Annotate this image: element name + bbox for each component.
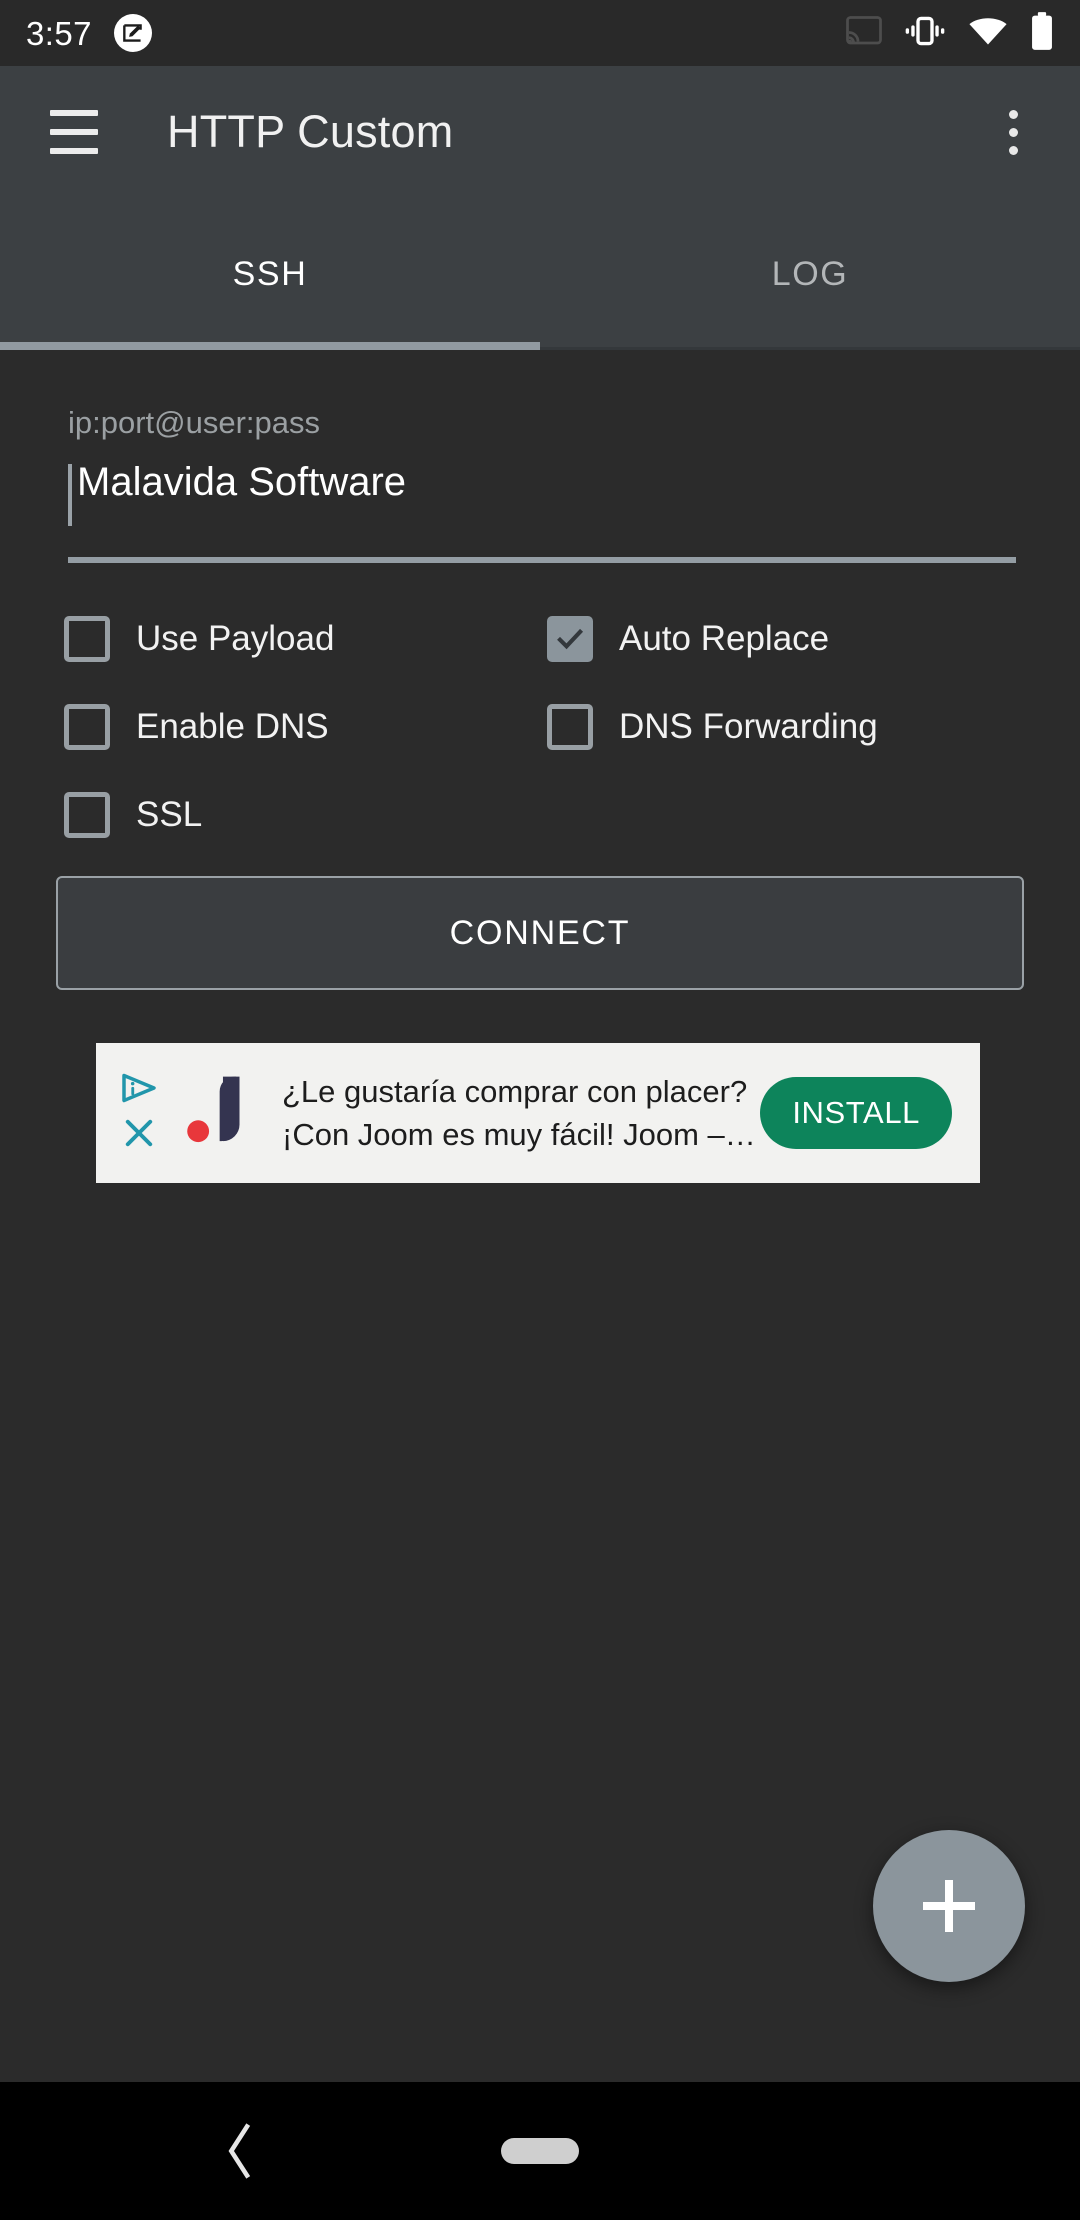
- checkbox-box-icon: [64, 616, 110, 662]
- phone-screen: 3:57 HTTP Custom SSH LOG ip:port@user:pa…: [0, 0, 1080, 2220]
- overflow-menu-icon[interactable]: [968, 87, 1058, 177]
- add-fab-button[interactable]: [873, 1830, 1025, 1982]
- checkbox-use-payload[interactable]: Use Payload: [0, 616, 505, 662]
- overflow-dot: [1008, 109, 1018, 119]
- overflow-dot: [1008, 127, 1018, 137]
- checkbox-label: Use Payload: [136, 619, 335, 658]
- back-chevron-icon[interactable]: [200, 2111, 280, 2191]
- checkbox-label: Auto Replace: [619, 619, 830, 658]
- close-icon[interactable]: [122, 1116, 156, 1155]
- vibrate-icon: [904, 15, 946, 52]
- checkbox-box-icon: [64, 792, 110, 838]
- options-row: SSL: [0, 771, 1080, 859]
- connect-button[interactable]: CONNECT: [56, 876, 1024, 990]
- adchoices-icon[interactable]: [119, 1071, 159, 1110]
- tab-bar: SSH LOG: [0, 198, 1080, 350]
- checkbox-label: SSL: [136, 795, 203, 834]
- checkbox-label: DNS Forwarding: [619, 707, 878, 746]
- wifi-icon: [968, 16, 1008, 51]
- checkbox-dns-forwarding[interactable]: DNS Forwarding: [505, 704, 1010, 750]
- tab-ssh[interactable]: SSH: [0, 198, 540, 350]
- status-bar-right: [846, 11, 1054, 55]
- home-pill-icon[interactable]: [501, 2138, 579, 2164]
- ad-headline: ¿Le gustaría comprar con placer?: [282, 1074, 748, 1109]
- server-input[interactable]: Malavida Software: [68, 460, 1016, 550]
- page-title: HTTP Custom: [167, 106, 454, 157]
- tab-log[interactable]: LOG: [540, 198, 1080, 350]
- server-input-value: Malavida Software: [77, 460, 407, 504]
- battery-icon: [1030, 11, 1054, 55]
- ad-text: ¿Le gustaría comprar con placer? ¡Con Jo…: [266, 1070, 760, 1156]
- checkbox-label: Enable DNS: [136, 707, 329, 746]
- ad-install-button[interactable]: INSTALL: [760, 1077, 952, 1149]
- ad-controls: [108, 1043, 170, 1183]
- checkbox-box-icon: [547, 704, 593, 750]
- options-grid: Use Payload Auto Replace Enable DNS DNS …: [0, 595, 1080, 859]
- hamburger-bar: [50, 148, 98, 154]
- status-bar: 3:57: [0, 0, 1080, 66]
- options-row: Enable DNS DNS Forwarding: [0, 683, 1080, 771]
- hamburger-menu-icon[interactable]: [26, 84, 122, 180]
- checkbox-enable-dns[interactable]: Enable DNS: [0, 704, 505, 750]
- system-nav-bar: [0, 2082, 1080, 2220]
- status-bar-left: 3:57: [26, 14, 152, 52]
- overflow-dot: [1008, 145, 1018, 155]
- cast-icon: [846, 15, 882, 51]
- checkbox-checked-icon: [547, 616, 593, 662]
- joom-logo-icon: [170, 1043, 266, 1183]
- status-clock: 3:57: [26, 14, 92, 52]
- checkbox-ssl[interactable]: SSL: [0, 792, 505, 838]
- checkbox-auto-replace[interactable]: Auto Replace: [505, 616, 1010, 662]
- tab-active-indicator: [0, 342, 540, 350]
- app-bar: HTTP Custom: [0, 66, 1080, 198]
- server-field-label: ip:port@user:pass: [68, 405, 321, 440]
- options-row: Use Payload Auto Replace: [0, 595, 1080, 683]
- screenshot-edit-icon: [113, 14, 152, 52]
- hamburger-bar: [50, 129, 98, 135]
- plus-icon-vertical: [945, 1880, 953, 1932]
- main-content: ip:port@user:pass Malavida Software Use …: [0, 350, 1080, 2082]
- server-input-underline: [68, 557, 1016, 563]
- checkbox-box-icon: [64, 704, 110, 750]
- ad-banner[interactable]: ¿Le gustaría comprar con placer? ¡Con Jo…: [96, 1043, 980, 1183]
- hamburger-bar: [50, 110, 98, 116]
- ad-subline: ¡Con Joom es muy fácil! Joom –…: [282, 1117, 756, 1152]
- text-caret: [68, 464, 72, 526]
